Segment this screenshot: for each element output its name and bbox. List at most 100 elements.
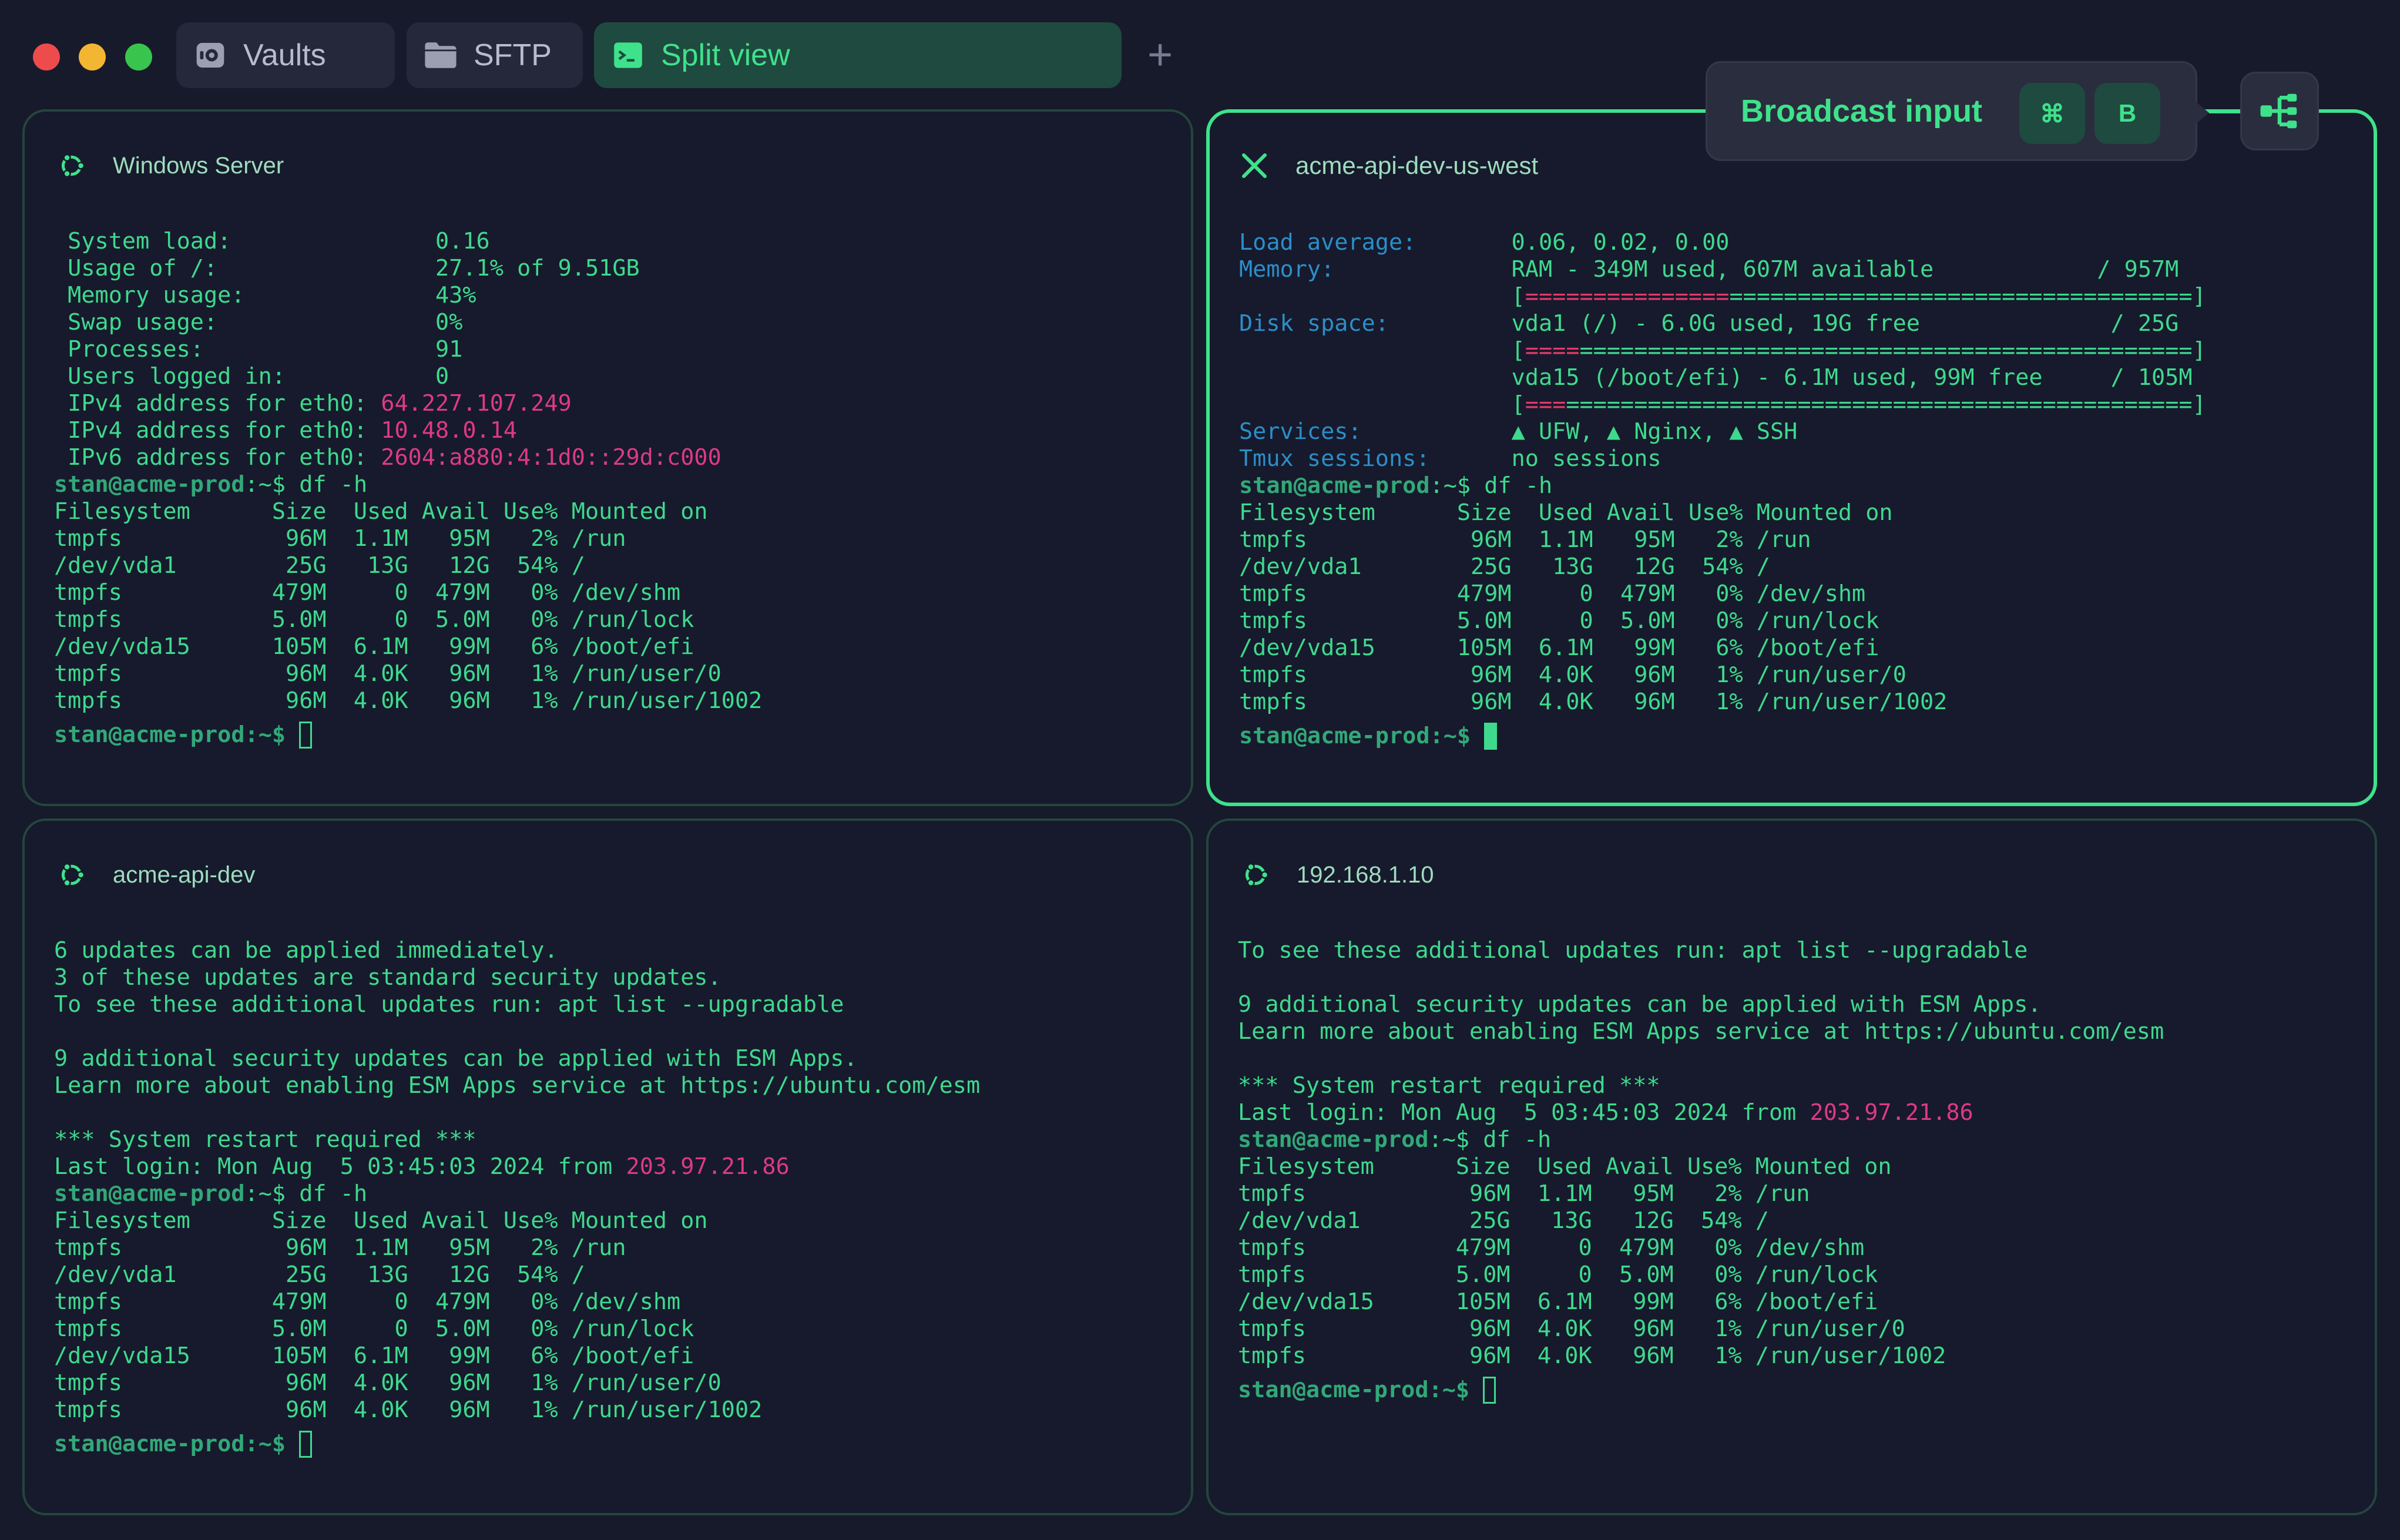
pane-title: Windows Server (113, 152, 284, 179)
line-text: Learn more about enabling ESM Apps servi… (1238, 1018, 2164, 1045)
terminal-line: tmpfs 96M 1.1M 95M 2% /run (54, 525, 762, 552)
tab-split-view[interactable]: Split view (594, 22, 1122, 88)
line-text: tmpfs 5.0M 0 5.0M 0% /run/lock (54, 606, 694, 633)
terminal-line: Processes: 91 (54, 336, 762, 363)
terminal-line: Memory usage: 43% (54, 282, 762, 309)
line-text: IPv6 address for eth0: (54, 444, 381, 471)
line-text: tmpfs 96M 4.0K 96M 1% /run/user/0 (54, 1370, 721, 1396)
info-label: Load average: (1239, 229, 1512, 256)
line-text: *** System restart required *** (1238, 1072, 1660, 1099)
terminal-output[interactable]: 6 updates can be applied immediately. 3 o… (54, 937, 980, 1458)
terminal-line: tmpfs 96M 4.0K 96M 1% /run/user/1002 (1239, 689, 2206, 716)
terminal-line: /dev/vda1 25G 13G 12G 54% / (1239, 553, 2206, 581)
line-text: Last login: Mon Aug 5 03:45:03 2024 from (1238, 1099, 1810, 1126)
ubuntu-icon (54, 857, 89, 893)
terminal-line: Swap usage: 0% (54, 309, 762, 336)
terminal-line: Load average: 0.06, 0.02, 0.00 (1239, 229, 2206, 256)
terminal-line: stan@acme-prod:~$ df -h (1239, 472, 2206, 499)
active-prompt[interactable]: stan@acme-prod:~$ (54, 722, 762, 749)
active-prompt[interactable]: stan@acme-prod:~$ (1238, 1377, 2164, 1404)
active-prompt[interactable]: stan@acme-prod:~$ (54, 1431, 980, 1458)
broadcast-tree-icon (2260, 93, 2297, 129)
terminal-line: tmpfs 5.0M 0 5.0M 0% /run/lock (54, 606, 762, 633)
ip-address: 203.97.21.86 (1810, 1099, 1973, 1126)
prompt-path: :~$ (1428, 1377, 1483, 1403)
tab-vaults[interactable]: Vaults (176, 22, 395, 88)
terminal-line: Filesystem Size Used Avail Use% Mounted … (54, 1207, 980, 1234)
line-text: tmpfs 479M 0 479M 0% /dev/shm (54, 1289, 681, 1315)
terminal-output[interactable]: To see these additional updates run: apt… (1238, 937, 2164, 1404)
info-label (1239, 364, 1512, 391)
terminal-line: [=======================================… (1239, 391, 2206, 418)
line-text: Processes: 91 (54, 336, 463, 363)
terminal-line: /dev/vda15 105M 6.1M 99M 6% /boot/efi (1239, 635, 2206, 662)
close-icon[interactable] (1237, 148, 1272, 183)
line-text: /dev/vda1 25G 13G 12G 54% / (54, 1261, 585, 1288)
line-text: tmpfs 96M 4.0K 96M 1% /run/user/0 (54, 660, 721, 687)
prompt-user: stan@acme-prod (1239, 723, 1430, 749)
terminal-line: To see these additional updates run: apt… (54, 991, 980, 1018)
minimize-window-button[interactable] (79, 43, 106, 71)
line-text: tmpfs 96M 1.1M 95M 2% /run (1239, 526, 1811, 553)
line-text: /dev/vda1 25G 13G 12G 54% / (1239, 553, 1770, 580)
info-label: Tmux sessions: (1239, 445, 1512, 472)
terminal-line: Memory: RAM - 349M used, 607M available … (1239, 256, 2206, 283)
terminal-line: Filesystem Size Used Avail Use% Mounted … (1239, 499, 2206, 526)
ubuntu-icon (1238, 857, 1273, 893)
terminal-line: Last login: Mon Aug 5 03:45:03 2024 from… (54, 1153, 980, 1180)
terminal-pane-acme-api-dev[interactable]: acme-api-dev 6 updates can be applied im… (22, 818, 1193, 1515)
terminal-line: vda15 (/boot/efi) - 6.1M used, 99M free … (1239, 364, 2206, 391)
terminal-pane-windows-server[interactable]: Windows Server System load: 0.16 Usage o… (22, 109, 1193, 806)
terminal-pane-192-168-1-10[interactable]: 192.168.1.10 To see these additional upd… (1206, 818, 2377, 1515)
info-label: Memory: (1239, 256, 1512, 283)
terminal-line: tmpfs 479M 0 479M 0% /dev/shm (1238, 1234, 2164, 1261)
terminal-output[interactable]: System load: 0.16 Usage of /: 27.1% of 9… (54, 228, 762, 749)
broadcast-button[interactable] (2240, 72, 2319, 150)
terminal-icon (610, 38, 646, 73)
line-text: vda1 (/) - 6.0G used, 19G free / 25G (1511, 310, 2179, 337)
broadcast-connector (2209, 110, 2242, 113)
terminal-line: tmpfs 96M 4.0K 96M 1% /run/user/0 (54, 660, 762, 687)
terminal-line: stan@acme-prod:~$ df -h (54, 1180, 980, 1207)
vault-icon (193, 38, 228, 73)
terminal-line: tmpfs 479M 0 479M 0% /dev/shm (54, 1289, 980, 1316)
line-text: [ (1511, 283, 1525, 310)
line-text: 9 additional security updates can be app… (54, 1045, 858, 1072)
tab-label: Split view (661, 38, 790, 72)
terminal-line: tmpfs 5.0M 0 5.0M 0% /run/lock (1238, 1261, 2164, 1289)
terminal-line: /dev/vda15 105M 6.1M 99M 6% /boot/efi (1238, 1289, 2164, 1316)
b-key-badge: B (2094, 83, 2160, 144)
info-label: Services: (1239, 418, 1512, 445)
new-tab-button[interactable]: + (1147, 33, 1173, 76)
ip-address: 203.97.21.86 (626, 1153, 790, 1180)
terminal-line: To see these additional updates run: apt… (1238, 937, 2164, 964)
terminal-line: *** System restart required *** (1238, 1072, 2164, 1099)
close-window-button[interactable] (33, 43, 60, 71)
line-text: tmpfs 96M 4.0K 96M 1% /run/user/0 (1239, 662, 1906, 688)
terminal-pane-acme-api-dev-us-west[interactable]: acme-api-dev-us-west Load average: 0.06,… (1206, 109, 2377, 806)
line-text: /dev/vda15 105M 6.1M 99M 6% /boot/efi (54, 1343, 694, 1369)
line-text: RAM - 349M used, 607M available / 957M (1511, 256, 2179, 283)
terminal-line: IPv6 address for eth0: 2604:a880:4:1d0::… (54, 444, 762, 471)
maximize-window-button[interactable] (125, 43, 152, 71)
prompt-user: stan@acme-prod (1238, 1377, 1429, 1403)
terminal-line: [=======================================… (1239, 337, 2206, 364)
active-prompt[interactable]: stan@acme-prod:~$ (1239, 723, 2206, 750)
line-text: tmpfs 96M 1.1M 95M 2% /run (54, 1234, 626, 1261)
line-text: :~$ df -h (1428, 1126, 1552, 1153)
info-label (1239, 283, 1512, 310)
tooltip-pointer (2195, 101, 2209, 125)
prompt-user: stan@acme-prod (1238, 1126, 1429, 1153)
usage-bar-end: ] (2192, 337, 2206, 364)
line-text: Filesystem Size Used Avail Use% Mounted … (54, 498, 708, 525)
line-text: tmpfs 96M 4.0K 96M 1% /run/user/1002 (54, 687, 763, 714)
line-text: /dev/vda1 25G 13G 12G 54% / (1238, 1207, 1769, 1234)
line-text: 9 additional security updates can be app… (1238, 991, 2042, 1018)
line-text: /dev/vda15 105M 6.1M 99M 6% /boot/efi (1239, 635, 1879, 661)
tab-sftp[interactable]: SFTP (407, 22, 583, 88)
terminal-output[interactable]: Load average: 0.06, 0.02, 0.00 Memory: RA… (1239, 229, 2206, 750)
prompt-path: :~$ (1429, 723, 1485, 749)
usage-bar-free: ========================================… (1566, 391, 2193, 418)
